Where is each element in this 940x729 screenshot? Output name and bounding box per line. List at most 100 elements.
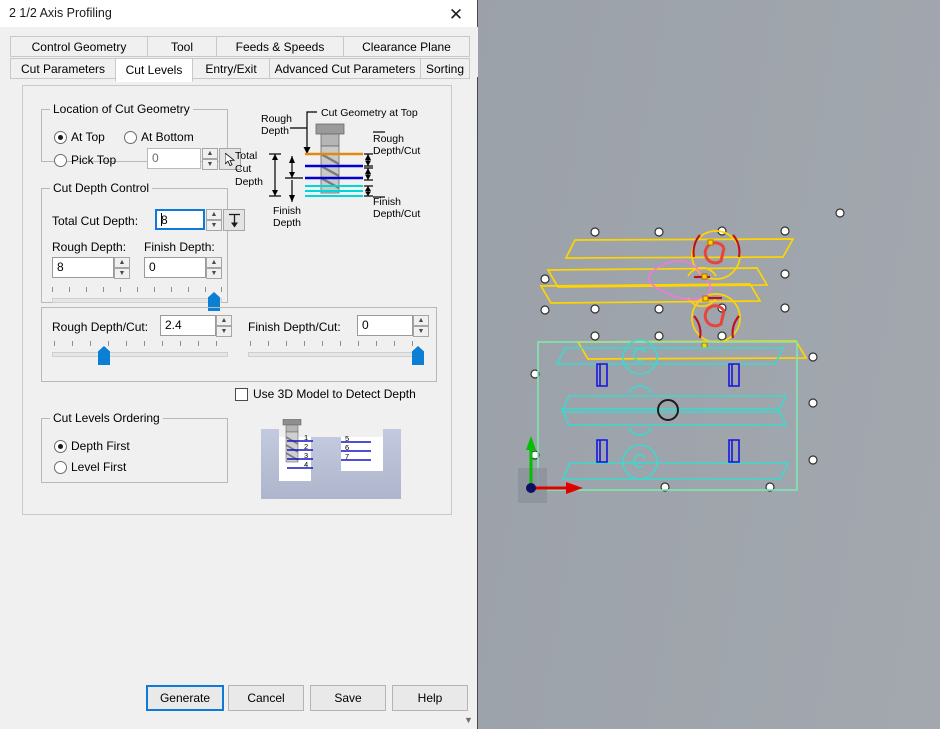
tool-graphic xyxy=(315,123,345,194)
level-number: 6 xyxy=(345,443,349,452)
tab-cut-levels[interactable]: Cut Levels xyxy=(115,58,193,82)
total-cut-depth-input[interactable]: 8 xyxy=(155,209,205,230)
origin-axis-marker xyxy=(518,436,583,503)
spinner-up[interactable]: ▲ xyxy=(206,209,222,220)
spinner-down[interactable]: ▼ xyxy=(206,220,222,231)
label-cut-geometry-at-top: Cut Geometry at Top xyxy=(321,107,418,119)
title-bar: 2 1/2 Axis Profiling ✕ xyxy=(0,0,477,28)
radio-pick-top-label: Pick Top xyxy=(71,153,117,167)
label-rough-depth-line2: Depth xyxy=(261,125,289,137)
location-group-legend: Location of Cut Geometry xyxy=(53,102,190,116)
spinner-down[interactable]: ▼ xyxy=(206,268,222,279)
checkbox-box xyxy=(235,388,248,401)
level-number: 1 xyxy=(304,433,308,442)
chevron-down-icon[interactable]: ▼ xyxy=(462,713,475,726)
cut-depth-group-legend: Cut Depth Control xyxy=(53,181,150,195)
spinner-up[interactable]: ▲ xyxy=(114,257,130,268)
total-cut-depth-value: 8 xyxy=(161,213,168,227)
level-number: 7 xyxy=(345,452,349,461)
finish-depth-cut-input[interactable]: 0 xyxy=(357,315,413,336)
pick-top-spinner[interactable]: ▲ ▼ xyxy=(202,148,218,170)
spinner-down[interactable]: ▼ xyxy=(114,268,130,279)
radio-level-first-label: Level First xyxy=(71,460,127,474)
dialog-buttons: Generate Cancel Save Help xyxy=(0,685,478,711)
help-button[interactable]: Help xyxy=(392,685,468,711)
spinner-down[interactable]: ▼ xyxy=(413,326,429,337)
slider-ticks xyxy=(52,341,228,348)
level-number: 4 xyxy=(304,460,308,469)
tab-sorting[interactable]: Sorting xyxy=(420,58,470,79)
rough-depth-cut-input[interactable]: 2.4 xyxy=(160,315,216,336)
label-finish-depth-cut-line2: Depth/Cut xyxy=(373,208,420,220)
radio-dot xyxy=(54,461,67,474)
slider-track[interactable] xyxy=(248,352,424,357)
spinner-up[interactable]: ▲ xyxy=(216,315,232,326)
finish-depth-input[interactable]: 0 xyxy=(144,257,206,278)
location-of-cut-geometry-group: Location of Cut Geometry At Top At Botto… xyxy=(41,102,241,170)
tab-cut-parameters[interactable]: Cut Parameters xyxy=(10,58,116,79)
tab-advanced-cut-parameters[interactable]: Advanced Cut Parameters xyxy=(269,58,421,79)
save-button[interactable]: Save xyxy=(310,685,386,711)
spinner-down[interactable]: ▼ xyxy=(216,326,232,337)
finish-depth-cut-label: Finish Depth/Cut: xyxy=(248,320,341,334)
window-title: 2 1/2 Axis Profiling xyxy=(9,6,112,20)
tab-control-geometry[interactable]: Control Geometry xyxy=(10,36,148,57)
finish-depth-cut-slider[interactable] xyxy=(248,341,424,365)
toolpath-yellow xyxy=(539,230,808,360)
radio-dot xyxy=(54,131,67,144)
tab-feeds-speeds[interactable]: Feeds & Speeds xyxy=(216,36,344,57)
rough-depth-input[interactable]: 8 xyxy=(52,257,114,278)
ordering-group-legend: Cut Levels Ordering xyxy=(53,411,160,425)
rough-depth-spinner[interactable]: ▲ ▼ xyxy=(114,257,130,279)
rough-depth-cut-slider[interactable] xyxy=(52,341,228,365)
total-cut-depth-spinner[interactable]: ▲ ▼ xyxy=(206,209,222,231)
label-rough-depth-cut-line1: Rough xyxy=(373,133,404,145)
depth-per-cut-group: Rough Depth/Cut: 2.4 ▲ ▼ Finish Depth/Cu… xyxy=(41,307,437,382)
cut-levels-ordering-group: Cut Levels Ordering Depth First Level Fi… xyxy=(41,411,228,483)
label-total-line3: Depth xyxy=(235,176,263,188)
slider-thumb[interactable] xyxy=(98,346,110,365)
spinner-up[interactable]: ▲ xyxy=(206,257,222,268)
total-cut-depth-label: Total Cut Depth: xyxy=(52,214,139,228)
rough-depth-label: Rough Depth: xyxy=(52,240,127,254)
finish-depth-cut-spinner[interactable]: ▲ ▼ xyxy=(413,315,429,337)
spinner-down[interactable]: ▼ xyxy=(202,159,218,170)
label-finish-depth-cut-line1: Finish xyxy=(373,196,401,208)
label-finish-depth-line1: Finish xyxy=(273,205,301,217)
tab-bar: Control Geometry Tool Feeds & Speeds Cle… xyxy=(0,27,478,82)
radio-dot xyxy=(54,154,67,167)
slot-features xyxy=(596,363,740,463)
rapid-moves xyxy=(647,260,712,301)
radio-at-bottom-label: At Bottom xyxy=(141,130,194,144)
cancel-button[interactable]: Cancel xyxy=(228,685,304,711)
radio-at-top-label: At Top xyxy=(71,130,105,144)
radio-depth-first-label: Depth First xyxy=(71,439,130,453)
profiling-dialog: 2 1/2 Axis Profiling ✕ Control Geometry … xyxy=(0,0,478,729)
slider-track[interactable] xyxy=(52,298,222,303)
spinner-up[interactable]: ▲ xyxy=(202,148,218,159)
level-number: 2 xyxy=(304,442,308,451)
radio-dot xyxy=(124,131,137,144)
tab-tool[interactable]: Tool xyxy=(147,36,217,57)
slider-track[interactable] xyxy=(52,352,228,357)
depth-diagram: Rough Depth Cut Geometry at Top Total Cu… xyxy=(233,102,439,232)
label-total-line1: Total xyxy=(235,150,257,162)
finish-depth-spinner[interactable]: ▲ ▼ xyxy=(206,257,222,279)
use-3d-model-label: Use 3D Model to Detect Depth xyxy=(253,387,416,401)
label-rough-depth-cut-line2: Depth/Cut xyxy=(373,145,420,157)
toolpath-lead-arcs xyxy=(692,234,741,339)
close-icon[interactable]: ✕ xyxy=(441,3,471,25)
cut-levels-ordering-diagram: 1 2 3 4 5 6 7 xyxy=(261,418,401,499)
level-number: 3 xyxy=(304,451,308,460)
rough-depth-cut-spinner[interactable]: ▲ ▼ xyxy=(216,315,232,337)
cut-levels-panel: Location of Cut Geometry At Top At Botto… xyxy=(22,85,452,515)
spinner-up[interactable]: ▲ xyxy=(413,315,429,326)
radio-dot xyxy=(54,440,67,453)
generate-button[interactable]: Generate xyxy=(146,685,224,711)
slider-thumb[interactable] xyxy=(412,346,424,365)
tab-entry-exit[interactable]: Entry/Exit xyxy=(192,58,270,79)
level-number: 5 xyxy=(345,434,349,443)
pick-top-input[interactable]: 0 xyxy=(147,148,201,169)
tab-clearance-plane[interactable]: Clearance Plane xyxy=(343,36,470,57)
slider-ticks xyxy=(248,341,424,348)
